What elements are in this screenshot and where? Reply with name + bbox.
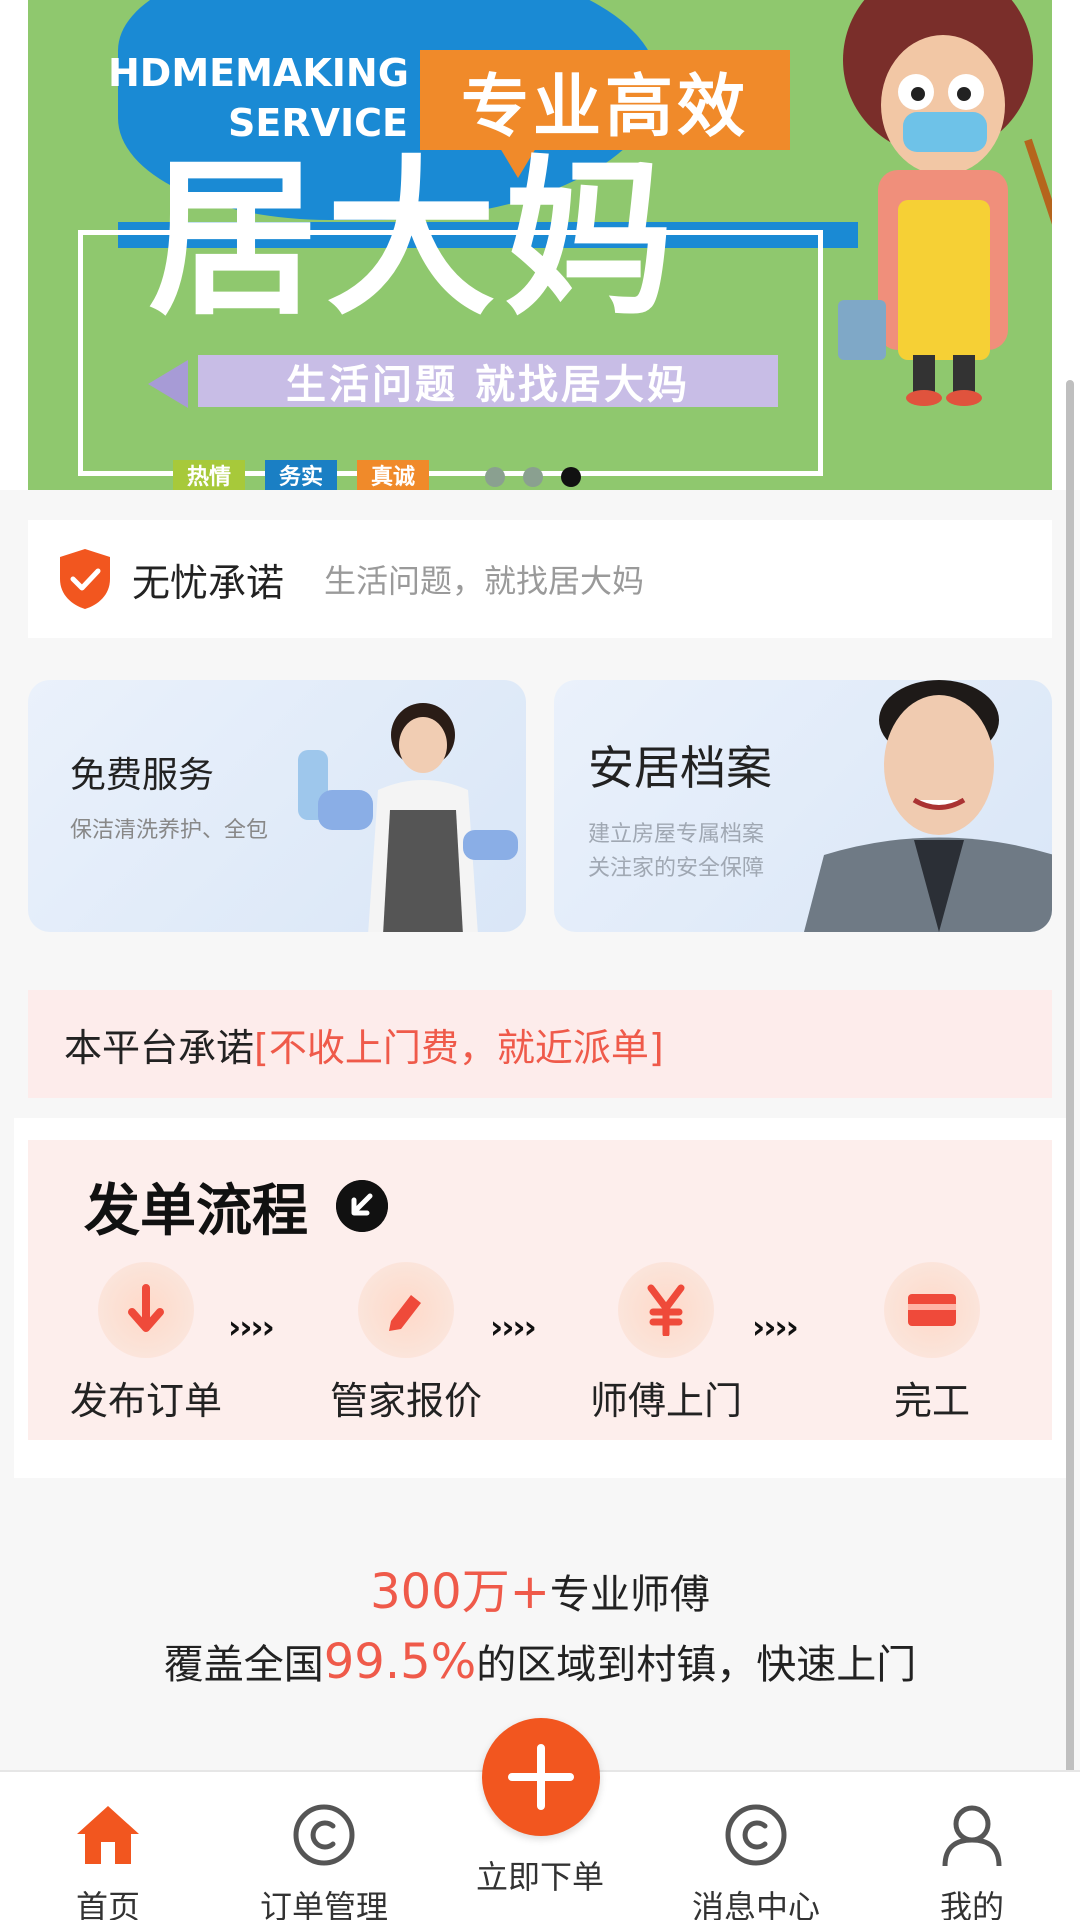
banner-tag: 专业高效 — [420, 50, 790, 178]
banner-english-title: HDMEMAKING SERVICE — [108, 51, 409, 145]
stats-coverage-prefix: 覆盖全国 — [163, 1642, 324, 1688]
flow-separator: ›››› — [228, 1308, 275, 1346]
stats-masters-text: 专业师傅 — [549, 1572, 710, 1618]
arrow-down-left-icon[interactable] — [336, 1180, 388, 1232]
carousel-dot[interactable] — [485, 467, 505, 487]
home-icon — [77, 1806, 139, 1864]
flow-step-visit: 师傅上门 — [566, 1262, 766, 1425]
plus-icon — [508, 1744, 574, 1810]
card-description: 保洁清洗养护、全包 — [70, 818, 269, 843]
pencil-icon — [358, 1262, 454, 1358]
tab-home[interactable]: 首页 — [0, 1782, 216, 1920]
platform-promise-prefix: 本平台承诺 — [64, 1025, 255, 1070]
promise-bar[interactable]: 无忧承诺 生活问题，就找居大妈 — [28, 520, 1052, 638]
banner-slide[interactable]: HDMEMAKING SERVICE 专业高效 居大妈 生活问题 就找居大妈 热… — [28, 0, 1052, 490]
flow-step-label: 发布订单 — [69, 1379, 222, 1423]
carousel-dot[interactable] — [523, 467, 543, 487]
stats-coverage-suffix: 的区域到村镇，快速上门 — [476, 1642, 917, 1688]
banner-chip: 真诚 — [357, 460, 430, 490]
card-description: 建立房屋专属档案 — [588, 822, 765, 847]
banner-chip: 务实 — [265, 460, 338, 490]
platform-promise: 本平台承诺 [不收上门费，就近派单] — [28, 990, 1052, 1098]
promise-title: 无忧承诺 — [132, 560, 285, 605]
card-description: 关注家的安全保障 — [588, 856, 765, 881]
cleaner-woman-photo — [298, 703, 518, 932]
free-service-card[interactable]: 免费服务 保洁清洗养护、全包 — [28, 680, 526, 932]
stats-coverage: 覆盖全国99.5%的区域到村镇，快速上门 — [0, 1632, 1080, 1690]
yen-icon — [618, 1262, 714, 1358]
order-flow: 发单流程 发布订单 ›››› 管家报价 ›››› 师傅上门 ›››› 完工 — [28, 1140, 1052, 1440]
tab-messages[interactable]: 消息中心 — [648, 1782, 864, 1920]
tab-mine[interactable]: 我的 — [864, 1782, 1080, 1920]
banner-chip: 热情 — [173, 460, 246, 490]
stats-coverage-number: 99.5% — [323, 1634, 477, 1690]
flow-step-label: 师傅上门 — [589, 1379, 742, 1423]
banner-arrow-left-icon — [148, 360, 188, 408]
banner-chips: 热情 务实 真诚 — [173, 460, 430, 490]
banner-headline: 居大妈 — [148, 141, 683, 339]
carousel-dot-active[interactable] — [561, 467, 581, 487]
user-icon — [942, 1805, 1002, 1867]
shield-check-icon — [60, 549, 110, 609]
tab-label: 订单管理 — [259, 1888, 388, 1920]
flow-separator: ›››› — [752, 1308, 799, 1346]
flow-step-label: 管家报价 — [329, 1379, 482, 1423]
home-archive-card[interactable]: 安居档案 建立房屋专属档案 关注家的安全保障 — [554, 680, 1052, 932]
platform-promise-highlight: [不收上门费，就近派单] — [254, 1025, 664, 1070]
carousel-dots — [485, 467, 581, 487]
flow-step-quote: 管家报价 — [306, 1262, 506, 1425]
arrow-down-icon — [98, 1262, 194, 1358]
stats-masters-number: 300万+ — [370, 1564, 550, 1620]
place-order-label[interactable]: 立即下单 — [432, 1852, 648, 1898]
flow-step-publish: 发布订单 — [46, 1262, 246, 1425]
place-order-button[interactable] — [482, 1718, 600, 1836]
banner-subline: 生活问题 就找居大妈 — [198, 355, 778, 408]
card-title: 安居档案 — [588, 741, 772, 795]
tab-label: 首页 — [75, 1888, 140, 1920]
order-icon — [293, 1804, 355, 1866]
cleaning-lady-mascot-illustration — [838, 0, 1052, 406]
flow-step-complete: 完工 — [832, 1262, 1032, 1425]
hero-banner[interactable]: HDMEMAKING SERVICE 专业高效 居大妈 生活问题 就找居大妈 热… — [0, 0, 1080, 490]
stats-masters: 300万+专业师傅 — [0, 1552, 1080, 1622]
message-icon — [725, 1804, 787, 1866]
service-cards: 免费服务 保洁清洗养护、全包 安居档案 建立房屋专属档案 关注家的安全保障 — [28, 680, 1052, 932]
promise-subtitle: 生活问题，就找居大妈 — [324, 562, 645, 600]
card-title: 免费服务 — [70, 755, 215, 796]
flow-separator: ›››› — [490, 1308, 537, 1346]
tab-label: 消息中心 — [691, 1888, 820, 1920]
flow-title: 发单流程 — [84, 1179, 308, 1244]
scrollbar[interactable] — [1066, 380, 1074, 1800]
tab-label: 我的 — [939, 1888, 1004, 1920]
tab-orders[interactable]: 订单管理 — [216, 1782, 432, 1920]
worker-man-photo — [804, 680, 1052, 932]
flow-step-label: 完工 — [893, 1379, 970, 1423]
card-icon — [884, 1262, 980, 1358]
